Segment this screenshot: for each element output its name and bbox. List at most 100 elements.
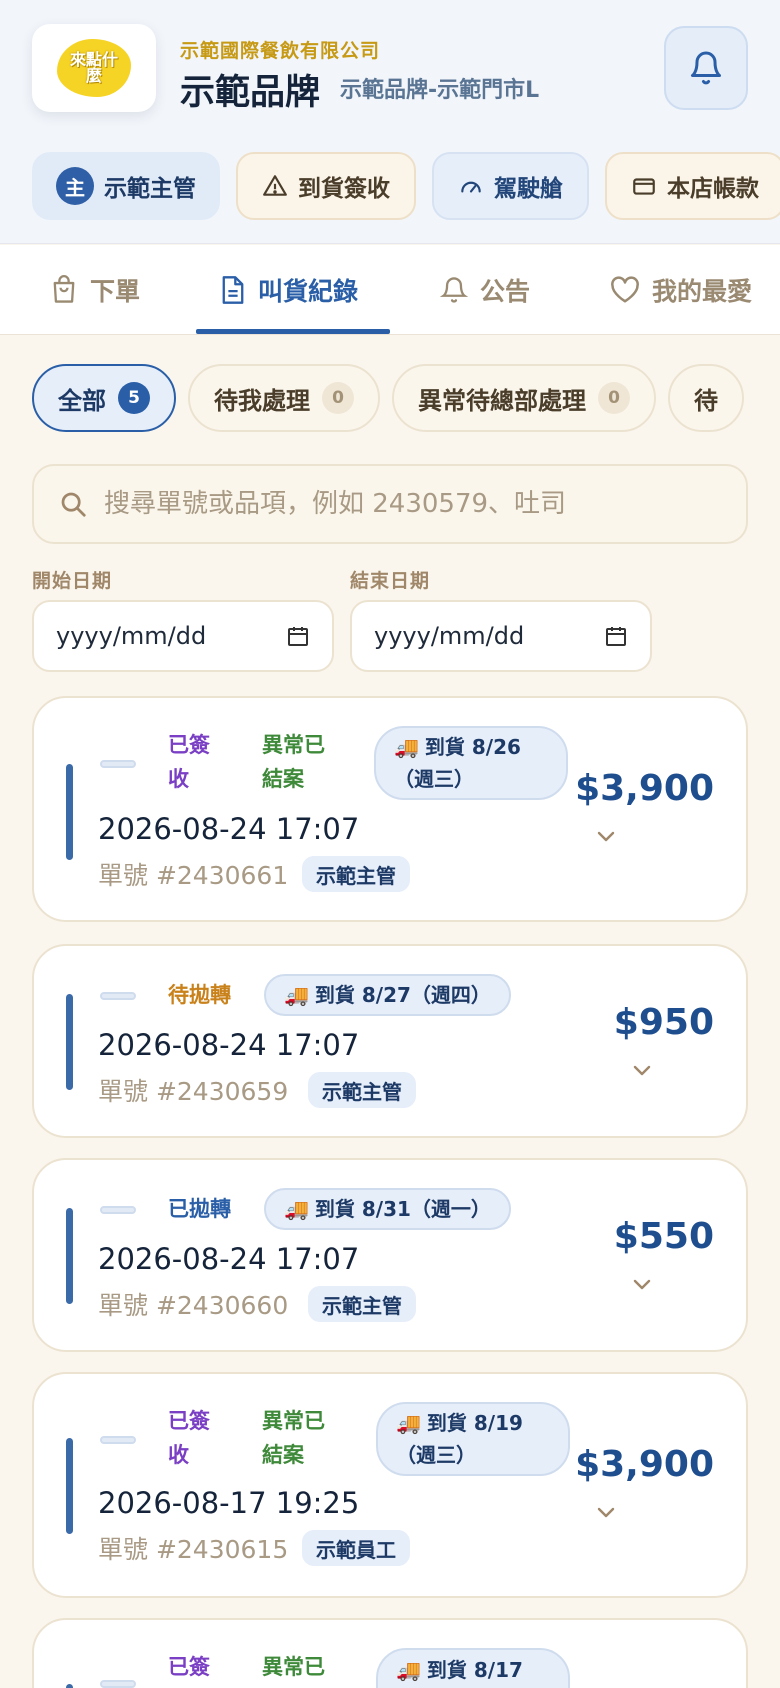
arrival-badge: 🚚 到貨 8/31（週一） (264, 1188, 511, 1230)
order-number: 單號 #2430615 (98, 1535, 289, 1564)
chevron-down-icon[interactable] (630, 1062, 654, 1078)
status-signed: 已簽收 (168, 1409, 210, 1467)
select-placeholder (100, 1680, 136, 1688)
role-label: 示範主管 (104, 176, 196, 202)
end-date-value: yyyy/mm/dd (374, 622, 525, 650)
order-amount: $550 (613, 1216, 714, 1257)
start-date-label: 開始日期 (32, 570, 113, 592)
order-card[interactable]: 已簽收 異常已 結案 🚚 到貨 8/26 （週三） 2026-08-24 17:07… (32, 696, 748, 922)
truck-icon: 🚚 (396, 1411, 421, 1435)
tab-order-history[interactable]: 叫貨紀錄 (220, 245, 358, 335)
card-accent-bar (66, 994, 73, 1090)
calendar-icon[interactable] (286, 624, 310, 648)
card-accent-bar (66, 764, 73, 860)
filter-all[interactable]: 全部 5 (32, 364, 176, 432)
notifications-button[interactable] (664, 26, 748, 110)
order-card[interactable]: 已拋轉 🚚 到貨 8/31（週一） 2026-08-24 17:07 單號 #24… (32, 1158, 748, 1352)
calendar-icon[interactable] (604, 624, 628, 648)
order-number: 單號 #2430661 (98, 861, 289, 890)
filter-hq-exception[interactable]: 異常待總部處理 0 (392, 364, 656, 432)
chevron-down-icon[interactable] (594, 828, 618, 844)
truck-icon: 🚚 (284, 983, 309, 1007)
truck-icon: 🚚 (284, 1197, 309, 1221)
status-exception-closed: 異常已 結案 (262, 1409, 325, 1467)
orderer-badge: 示範主管 (308, 1286, 416, 1322)
chevron-down-icon[interactable] (630, 1276, 654, 1292)
filter-all-label: 全部 (58, 386, 106, 415)
tab-favorites[interactable]: 我的最愛 (610, 245, 752, 335)
active-tab-indicator (196, 329, 390, 334)
order-amount: $3,900 (575, 1444, 714, 1485)
truck-icon: 🚚 (394, 735, 419, 759)
logo-mark: 來點什麼 (57, 39, 131, 97)
filter-pending-me-label: 待我處理 (214, 386, 310, 415)
gauge-icon (461, 181, 481, 193)
store-name: 示範品牌-示範門市L (340, 78, 540, 103)
bag-icon (53, 275, 75, 303)
order-datetime: 2026-08-17 19:25 (98, 1486, 360, 1520)
order-card[interactable]: 已簽收 異常已 結案 🚚 到貨 8/19 （週三） 2026-08-17 19:25… (32, 1372, 748, 1598)
arrival-badge: 🚚 到貨 8/27（週四） (264, 974, 511, 1016)
role-chip[interactable]: 主 示範主管 (32, 152, 220, 220)
filter-more[interactable]: 待 (668, 364, 744, 432)
company-name: 示範國際餐飲有限公司 (180, 40, 381, 62)
tab-announcements-label: 公告 (480, 277, 531, 306)
order-card[interactable]: 待拋轉 🚚 到貨 8/27（週四） 2026-08-24 17:07 單號 #24… (32, 944, 748, 1138)
bell-icon (440, 277, 468, 303)
search-icon (61, 492, 86, 517)
start-date-field[interactable]: yyyy/mm/dd (32, 600, 334, 672)
truck-icon: 🚚 (396, 1658, 421, 1682)
arrival-signoff-button[interactable]: 到貨簽收 (236, 152, 416, 220)
status-signed: 已簽收 (168, 733, 210, 791)
brand-name: 示範品牌 (180, 73, 321, 113)
select-placeholder (100, 992, 136, 1000)
brand-logo: 來點什麼 (32, 24, 156, 112)
order-card[interactable]: 已簽 異常已 🚚 到貨 8/17 (32, 1618, 748, 1688)
order-datetime: 2026-08-24 17:07 (98, 812, 360, 846)
warning-triangle-icon (263, 175, 287, 196)
end-date-label: 結束日期 (350, 570, 431, 592)
order-datetime: 2026-08-24 17:07 (98, 1028, 360, 1062)
tab-order-history-label: 叫貨紀錄 (258, 277, 359, 306)
filter-pending-me[interactable]: 待我處理 0 (188, 364, 380, 432)
chevron-down-icon[interactable] (594, 1504, 618, 1520)
arrival-badge: 🚚 到貨 8/19 （週三） (376, 1402, 570, 1476)
order-amount: $3,900 (575, 768, 714, 809)
app-header: 來點什麼 示範國際餐飲有限公司 示範品牌 示範品牌-示範門市L 主 示範主管 到… (0, 0, 780, 244)
main-tabs: 下單 叫貨紀錄 公告 我的最愛 (0, 245, 780, 335)
orderer-badge: 示範員工 (302, 1530, 410, 1566)
status-exception-closed: 異常已 (262, 1655, 325, 1679)
quick-actions: 主 示範主管 到貨簽收 駕駛艙 本店帳款 (32, 152, 780, 220)
arrival-badge: 🚚 到貨 8/26 （週三） (374, 726, 568, 800)
arrival-badge: 🚚 到貨 8/17 (376, 1648, 570, 1688)
document-icon (222, 276, 244, 304)
order-number: 單號 #2430660 (98, 1291, 289, 1320)
filter-more-label: 待 (694, 386, 718, 415)
select-placeholder (100, 1436, 136, 1444)
card-accent-bar (66, 1684, 73, 1688)
cockpit-label: 駕駛艙 (494, 176, 563, 202)
store-accounts-button[interactable]: 本店帳款 (605, 152, 780, 220)
filter-hq-exception-label: 異常待總部處理 (418, 386, 586, 415)
select-placeholder (100, 1206, 136, 1214)
order-amount: $950 (613, 1002, 714, 1043)
search-input[interactable] (104, 489, 724, 519)
card-accent-bar (66, 1438, 73, 1534)
arrival-signoff-label: 到貨簽收 (298, 176, 390, 202)
status-exception-closed: 異常已 結案 (262, 733, 325, 791)
search-bar (32, 464, 748, 544)
tab-order[interactable]: 下單 (50, 245, 140, 335)
status-signed: 已簽 (168, 1655, 210, 1679)
filter-pending-me-count: 0 (322, 382, 354, 414)
orderer-badge: 示範主管 (302, 856, 410, 892)
tab-announcements[interactable]: 公告 (440, 245, 530, 335)
card-accent-bar (66, 1208, 73, 1304)
orderer-badge: 示範主管 (308, 1072, 416, 1108)
status-filters: 全部 5 待我處理 0 異常待總部處理 0 待 (32, 364, 748, 432)
status-pending-transfer: 待拋轉 (168, 983, 231, 1007)
cockpit-button[interactable]: 駕駛艙 (432, 152, 589, 220)
order-number: 單號 #2430659 (98, 1077, 289, 1106)
select-placeholder (100, 760, 136, 768)
card-icon (633, 178, 655, 195)
end-date-field[interactable]: yyyy/mm/dd (350, 600, 652, 672)
